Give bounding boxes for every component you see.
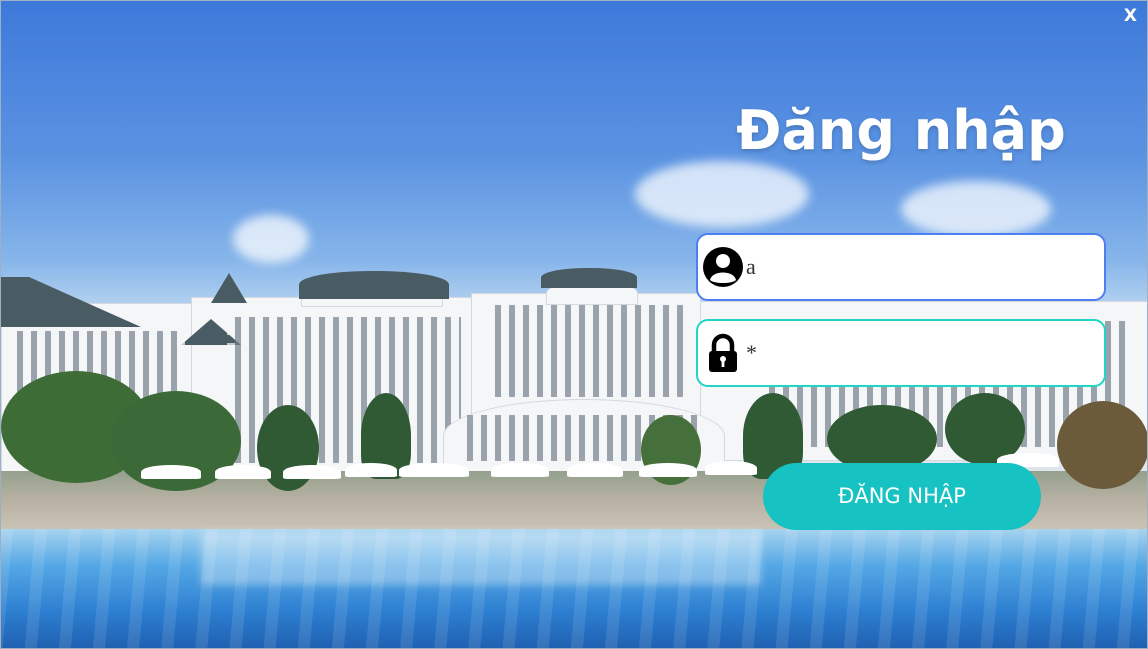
login-button[interactable]: ĐĂNG NHẬP bbox=[763, 463, 1041, 530]
login-window: X Đăng nhập ĐĂNG NHẬP bbox=[0, 0, 1148, 649]
username-input[interactable] bbox=[746, 247, 1092, 287]
page-title: Đăng nhập bbox=[736, 99, 1066, 162]
password-field[interactable] bbox=[696, 319, 1106, 387]
lock-icon bbox=[702, 332, 744, 374]
user-circle-icon bbox=[702, 246, 744, 288]
close-button[interactable]: X bbox=[1124, 6, 1137, 26]
password-input[interactable] bbox=[746, 333, 1092, 373]
username-field[interactable] bbox=[696, 233, 1106, 301]
